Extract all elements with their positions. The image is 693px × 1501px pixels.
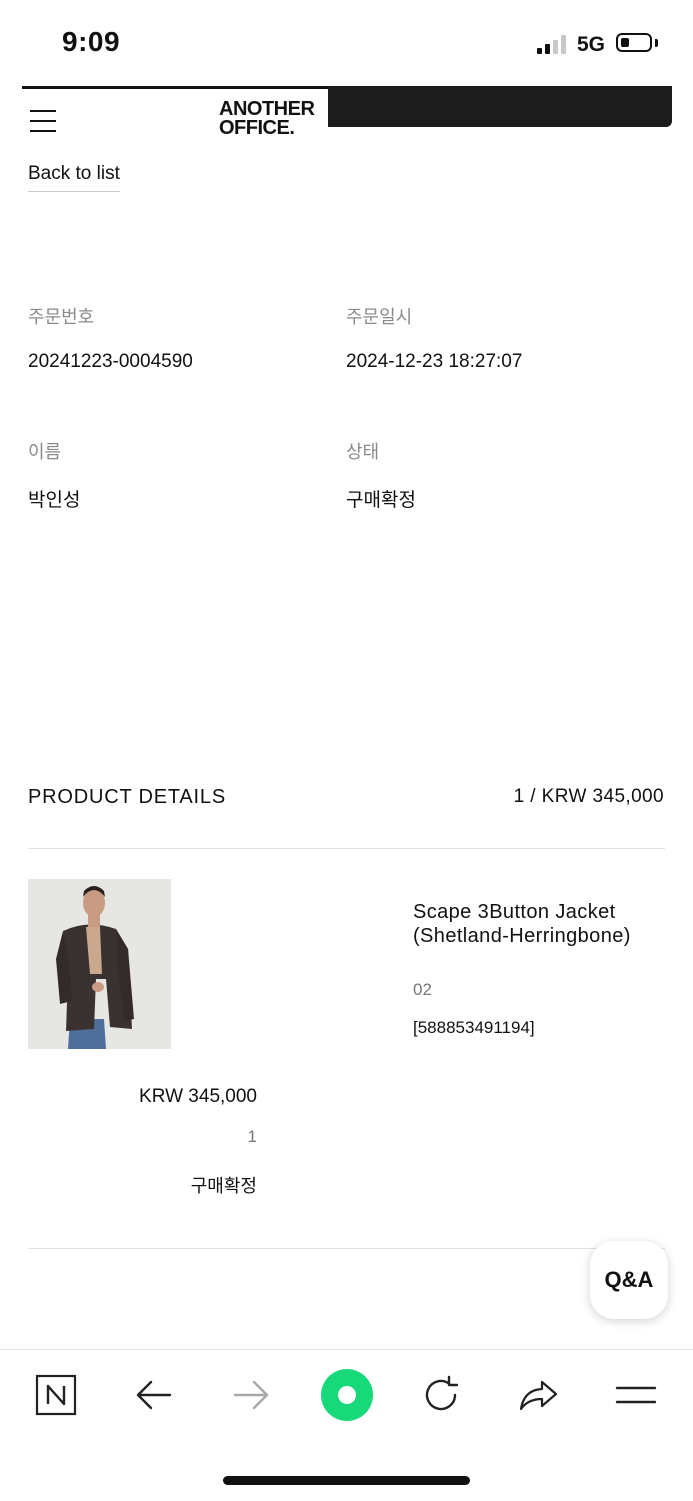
name-value: 박인성 <box>28 490 81 511</box>
battery-icon <box>616 33 652 52</box>
order-date-value: 2024-12-23 18:27:07 <box>346 351 523 372</box>
status-label: 상태 <box>346 442 380 462</box>
back-arrow-icon[interactable] <box>132 1373 176 1417</box>
naver-home-icon[interactable] <box>34 1373 78 1417</box>
name-label: 이름 <box>28 442 62 462</box>
product-photo-illustration <box>28 879 171 1049</box>
network-type: 5G <box>577 33 606 56</box>
product-price: KRW 345,000 <box>139 1086 257 1107</box>
product-option: 02 <box>413 980 432 999</box>
product-name[interactable]: Scape 3Button Jacket (Shetland-Herringbo… <box>413 900 673 948</box>
order-date-label: 주문일시 <box>346 307 413 327</box>
home-indicator[interactable] <box>223 1476 470 1485</box>
order-number-label: 주문번호 <box>28 307 95 327</box>
header-black-bar <box>328 86 672 127</box>
product-code: [588853491194] <box>413 1018 535 1037</box>
product-status: 구매확정 <box>190 1176 257 1196</box>
refresh-icon[interactable] <box>419 1373 463 1417</box>
divider <box>28 1248 665 1249</box>
battery-nub <box>655 39 658 47</box>
product-image[interactable] <box>28 879 171 1049</box>
share-icon[interactable] <box>516 1373 560 1417</box>
signal-icon <box>537 34 567 54</box>
product-quantity: 1 <box>247 1127 257 1146</box>
qa-button[interactable]: Q&A <box>590 1241 668 1319</box>
back-to-list-link[interactable]: Back to list <box>28 163 120 192</box>
forward-arrow-icon[interactable] <box>229 1373 273 1417</box>
brand-logo[interactable]: ANOTHER OFFICE. <box>219 99 315 139</box>
status-value: 구매확정 <box>346 490 416 511</box>
product-details-title: PRODUCT DETAILS <box>28 786 226 808</box>
green-dot-icon[interactable] <box>318 1366 376 1424</box>
header-top-line <box>22 86 328 89</box>
menu-lines-icon[interactable] <box>614 1373 658 1417</box>
product-details-total: 1 / KRW 345,000 <box>513 786 664 807</box>
menu-icon[interactable] <box>30 110 56 132</box>
status-time: 9:09 <box>62 26 121 57</box>
divider <box>28 848 665 849</box>
order-number-value: 20241223-0004590 <box>28 351 193 372</box>
logo-line-2: OFFICE. <box>219 117 295 139</box>
